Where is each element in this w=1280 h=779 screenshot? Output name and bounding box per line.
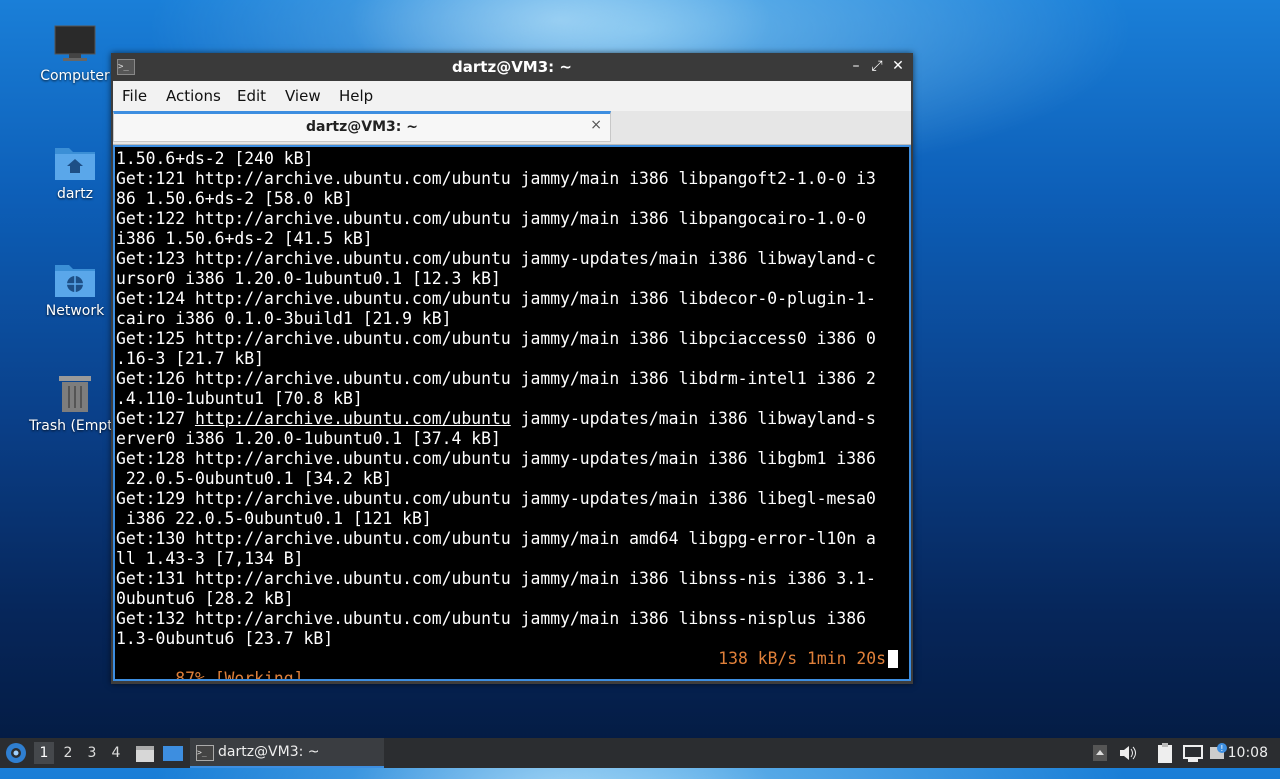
terminal-line: Get:132 http://archive.ubuntu.com/ubuntu…: [116, 609, 866, 628]
window-titlebar[interactable]: >_ dartz@VM3: ~ – ⤢ ✕: [111, 53, 913, 81]
file-manager-launcher[interactable]: [134, 738, 156, 768]
terminal-line: Get:124 http://archive.ubuntu.com/ubuntu…: [116, 289, 876, 308]
terminal-line: .4.110-1ubuntu1 [70.8 kB]: [116, 389, 363, 408]
file-manager-icon: [136, 746, 154, 762]
trash-icon: [53, 374, 97, 414]
terminal-line: 86 1.50.6+ds-2 [58.0 kB]: [116, 189, 353, 208]
desktop-icon-home[interactable]: dartz: [30, 142, 120, 202]
download-speed: 138 kB/s 1min 20s: [718, 649, 886, 668]
menu-edit[interactable]: Edit: [237, 87, 266, 105]
terminal-output[interactable]: 1.50.6+ds-2 [240 kB] Get:121 http://archi…: [113, 145, 911, 681]
clipboard-tray[interactable]: [1154, 738, 1176, 768]
menu-actions[interactable]: Actions: [166, 87, 221, 105]
tray-arrow[interactable]: [1092, 738, 1108, 768]
tab-close-button[interactable]: ×: [590, 117, 602, 133]
terminal-line: ursor0 i386 1.20.0-1ubuntu0.1 [12.3 kB]: [116, 269, 501, 288]
terminal-line: cairo i386 0.1.0-3build1 [21.9 kB]: [116, 309, 452, 328]
desktop-icon-label: Network: [45, 303, 105, 319]
workspace-1[interactable]: 1: [34, 742, 54, 764]
clock[interactable]: 10:08: [1228, 738, 1268, 768]
apt-status-line: 87% [Working] 138 kB/s 1min 20s: [116, 649, 909, 679]
terminal-line: Get:126 http://archive.ubuntu.com/ubuntu…: [116, 369, 876, 388]
taskbar-item-terminal[interactable]: >_ dartz@VM3: ~: [190, 738, 384, 768]
desktop-icon-trash[interactable]: Trash (Empty): [26, 374, 124, 440]
terminal-line: 1.3-0ubuntu6 [23.7 kB]: [116, 629, 334, 648]
tab-terminal[interactable]: dartz@VM3: ~ ×: [113, 111, 611, 142]
clipboard-icon: [1158, 743, 1172, 763]
desktop-icon-label: Computer: [40, 68, 110, 84]
terminal-line: .16-3 [21.7 kB]: [116, 349, 265, 368]
terminal-window: >_ dartz@VM3: ~ – ⤢ ✕ File Actions Edit …: [111, 53, 913, 684]
terminal-lines: 1.50.6+ds-2 [240 kB] Get:121 http://archi…: [116, 149, 876, 649]
tab-title: dartz@VM3: ~: [306, 119, 418, 135]
taskbar: 1 2 3 4 >_ dartz@VM3: ~ ! 10:08: [0, 738, 1280, 768]
home-folder-icon: [53, 142, 97, 182]
volume-control[interactable]: [1118, 738, 1138, 768]
terminal-line: Get:123 http://archive.ubuntu.com/ubuntu…: [116, 249, 876, 268]
terminal-line: i386 22.0.5-0ubuntu0.1 [121 kB]: [116, 509, 432, 528]
terminal-line: i386 1.50.6+ds-2 [41.5 kB]: [116, 229, 373, 248]
terminal-line: Get:131 http://archive.ubuntu.com/ubuntu…: [116, 569, 876, 588]
svg-text:!: !: [1220, 744, 1223, 753]
terminal-line: Get:125 http://archive.ubuntu.com/ubuntu…: [116, 329, 876, 348]
workspace-2[interactable]: 2: [58, 742, 78, 764]
workspace-3[interactable]: 3: [82, 742, 102, 764]
terminal-cursor: [888, 650, 898, 668]
desktop-icon-label: dartz: [56, 186, 94, 202]
network-icon: [1183, 745, 1203, 762]
menu-file[interactable]: File: [122, 87, 147, 105]
terminal-icon: >_: [196, 745, 214, 761]
menu-view[interactable]: View: [285, 87, 321, 105]
window-title: dartz@VM3: ~: [452, 58, 572, 76]
desktop-icon-label: Trash (Empty): [29, 418, 124, 434]
menu-bar: File Actions Edit View Help: [113, 81, 911, 111]
task-label: dartz@VM3: ~: [218, 744, 320, 760]
close-button[interactable]: ✕: [889, 57, 907, 75]
terminal-line: 0ubuntu6 [28.2 kB]: [116, 589, 294, 608]
computer-icon: [53, 24, 97, 64]
terminal-line: Get:129 http://archive.ubuntu.com/ubuntu…: [116, 489, 876, 508]
terminal-line: erver0 i386 1.20.0-1ubuntu0.1 [37.4 kB]: [116, 429, 501, 448]
terminal-line: Get:128 http://archive.ubuntu.com/ubuntu…: [116, 449, 876, 468]
maximize-button[interactable]: ⤢: [868, 57, 886, 75]
terminal-line: Get:130 http://archive.ubuntu.com/ubuntu…: [116, 529, 876, 548]
desktop-icon-computer[interactable]: Computer: [30, 24, 120, 84]
hovered-url-link[interactable]: http://archive.ubuntu.com/ubuntu: [195, 409, 511, 428]
menu-help[interactable]: Help: [339, 87, 373, 105]
network-tray[interactable]: [1182, 738, 1204, 768]
network-folder-icon: [53, 259, 97, 299]
start-menu-button[interactable]: [4, 738, 28, 768]
progress-status: 87% [Working]: [175, 669, 304, 681]
terminal-line: 22.0.5-0ubuntu0.1 [34.2 kB]: [116, 469, 393, 488]
lubuntu-logo-icon: [6, 743, 26, 763]
terminal-line: Get:122 http://archive.ubuntu.com/ubuntu…: [116, 209, 866, 228]
workspace-4[interactable]: 4: [106, 742, 126, 764]
terminal-line: Get:127 http://archive.ubuntu.com/ubuntu…: [116, 409, 876, 428]
desktop-icon-network[interactable]: Network: [30, 259, 120, 319]
show-desktop-button[interactable]: [162, 738, 184, 768]
tab-bar: dartz@VM3: ~ ×: [113, 111, 911, 145]
terminal-line: ll 1.43-3 [7,134 B]: [116, 549, 304, 568]
tray-up-icon: [1093, 745, 1107, 761]
terminal-line: Get:121 http://archive.ubuntu.com/ubuntu…: [116, 169, 876, 188]
minimize-button[interactable]: –: [847, 57, 865, 75]
desktop-icon: [163, 746, 183, 761]
terminal-line: 1.50.6+ds-2 [240 kB]: [116, 149, 314, 168]
speaker-icon: [1120, 746, 1136, 760]
